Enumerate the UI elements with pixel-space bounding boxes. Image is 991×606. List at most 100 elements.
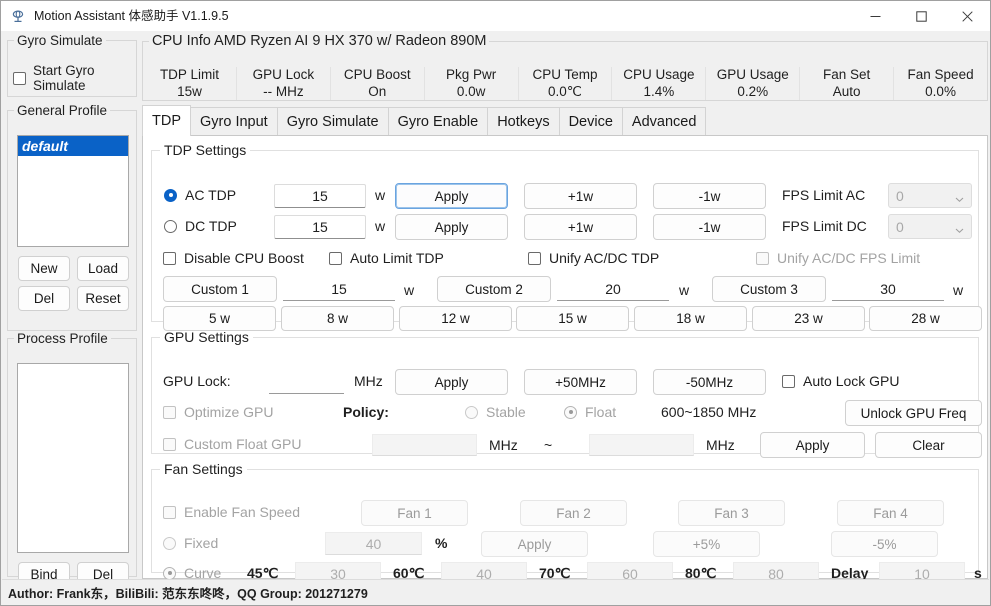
disable-cpu-boost-row[interactable]: Disable CPU Boost: [163, 250, 304, 266]
tab-gyro-input[interactable]: Gyro Input: [190, 107, 278, 136]
gpu-lock-decrease-button[interactable]: -50MHz: [653, 369, 766, 395]
fps-limit-ac-label: FPS Limit AC: [782, 187, 865, 203]
custom-float-gpu-checkbox[interactable]: [163, 438, 176, 451]
stat-label: Fan Set: [823, 67, 870, 82]
auto-lock-gpu-row[interactable]: Auto Lock GPU: [782, 373, 900, 389]
minimize-button[interactable]: [852, 1, 898, 31]
fan-fixed-input[interactable]: [325, 532, 422, 555]
dc-tdp-decrease-button[interactable]: -1w: [653, 214, 766, 240]
policy-float-radio[interactable]: [564, 406, 577, 419]
start-gyro-simulate-checkbox-row[interactable]: Start Gyro Simulate: [13, 63, 95, 93]
enable-fan-speed-row[interactable]: Enable Fan Speed: [163, 504, 300, 520]
preset-18w-button[interactable]: 18 w: [634, 306, 747, 331]
ac-tdp-radio-row[interactable]: AC TDP: [164, 187, 236, 203]
gpu-lock-input[interactable]: [269, 370, 344, 394]
preset-5w-button[interactable]: 5 w: [163, 306, 276, 331]
fan-fixed-radio[interactable]: [163, 537, 176, 550]
fps-limit-dc-value: 0: [896, 219, 904, 235]
fan-increase-button[interactable]: +5%: [653, 531, 760, 557]
custom-float-apply-button[interactable]: Apply: [760, 432, 865, 458]
custom-float-min-input[interactable]: [372, 434, 477, 456]
custom-3-button[interactable]: Custom 3: [712, 276, 826, 302]
fan-4-button[interactable]: Fan 4: [837, 500, 944, 526]
general-profile-list[interactable]: default: [17, 135, 129, 247]
custom-float-max-input[interactable]: [589, 434, 694, 456]
tab-bar: TDP Gyro Input Gyro Simulate Gyro Enable…: [142, 105, 705, 136]
disable-cpu-boost-label: Disable CPU Boost: [184, 250, 304, 266]
policy-stable-radio[interactable]: [465, 406, 478, 419]
dc-tdp-increase-button[interactable]: +1w: [524, 214, 637, 240]
process-profile-list[interactable]: [17, 363, 129, 553]
optimize-gpu-row[interactable]: Optimize GPU: [163, 404, 273, 420]
unlock-gpu-freq-button[interactable]: Unlock GPU Freq: [845, 400, 982, 426]
custom-3-input[interactable]: [832, 277, 944, 301]
preset-12w-button[interactable]: 12 w: [399, 306, 512, 331]
tab-advanced[interactable]: Advanced: [622, 107, 707, 136]
fan-fixed-row[interactable]: Fixed: [163, 535, 218, 551]
custom-1-input[interactable]: [283, 277, 395, 301]
cpu-info-legend: CPU Info AMD Ryzen AI 9 HX 370 w/ Radeon…: [149, 33, 489, 49]
policy-float-row[interactable]: Float: [564, 404, 616, 420]
fan-2-button[interactable]: Fan 2: [520, 500, 627, 526]
dc-tdp-apply-button[interactable]: Apply: [395, 214, 508, 240]
unify-ac-dc-tdp-row[interactable]: Unify AC/DC TDP: [528, 250, 659, 266]
fps-limit-ac-select[interactable]: 0: [888, 183, 972, 208]
auto-lock-gpu-checkbox[interactable]: [782, 375, 795, 388]
app-window: Motion Assistant 体感助手 V1.1.9.5 Gyro Simu…: [0, 0, 991, 606]
custom-2-input[interactable]: [557, 277, 669, 301]
fps-limit-dc-select[interactable]: 0: [888, 214, 972, 239]
dc-tdp-input[interactable]: [274, 215, 366, 239]
dc-tdp-radio-row[interactable]: DC TDP: [164, 218, 237, 234]
preset-23w-button[interactable]: 23 w: [752, 306, 865, 331]
auto-limit-tdp-row[interactable]: Auto Limit TDP: [329, 250, 444, 266]
list-item[interactable]: default: [18, 136, 128, 156]
ac-tdp-apply-button[interactable]: Apply: [395, 183, 508, 209]
custom-float-clear-button[interactable]: Clear: [875, 432, 982, 458]
custom-float-gpu-row[interactable]: Custom Float GPU: [163, 436, 301, 452]
delete-profile-button[interactable]: Del: [18, 286, 70, 311]
unify-ac-dc-tdp-checkbox[interactable]: [528, 252, 541, 265]
close-button[interactable]: [944, 1, 990, 31]
custom-2-button[interactable]: Custom 2: [437, 276, 551, 302]
tab-device[interactable]: Device: [559, 107, 623, 136]
ac-tdp-increase-button[interactable]: +1w: [524, 183, 637, 209]
gpu-lock-increase-button[interactable]: +50MHz: [524, 369, 637, 395]
left-panel: Gyro Simulate Start Gyro Simulate Genera…: [5, 31, 139, 579]
enable-fan-speed-checkbox[interactable]: [163, 506, 176, 519]
preset-28w-button[interactable]: 28 w: [869, 306, 982, 331]
load-profile-button[interactable]: Load: [77, 256, 129, 281]
gpu-lock-apply-button[interactable]: Apply: [395, 369, 508, 395]
auto-limit-tdp-checkbox[interactable]: [329, 252, 342, 265]
unify-ac-dc-fps-row[interactable]: Unify AC/DC FPS Limit: [756, 250, 920, 266]
reset-profile-button[interactable]: Reset: [77, 286, 129, 311]
tab-hotkeys[interactable]: Hotkeys: [487, 107, 559, 136]
tab-tdp[interactable]: TDP: [142, 105, 191, 136]
fan-decrease-button[interactable]: -5%: [831, 531, 938, 557]
new-profile-button[interactable]: New: [18, 256, 70, 281]
gyro-simulate-group-legend: Gyro Simulate: [14, 33, 106, 48]
ac-tdp-radio[interactable]: [164, 189, 177, 202]
tab-gyro-enable[interactable]: Gyro Enable: [388, 107, 489, 136]
unify-ac-dc-fps-checkbox[interactable]: [756, 252, 769, 265]
maximize-button[interactable]: [898, 1, 944, 31]
stat-gpu-usage: GPU Usage 0.2%: [705, 67, 799, 100]
dc-tdp-radio[interactable]: [164, 220, 177, 233]
disable-cpu-boost-checkbox[interactable]: [163, 252, 176, 265]
optimize-gpu-checkbox[interactable]: [163, 406, 176, 419]
custom-float-min-unit: MHz: [489, 437, 518, 453]
policy-stable-row[interactable]: Stable: [465, 404, 526, 420]
custom-1-button[interactable]: Custom 1: [163, 276, 277, 302]
tab-gyro-simulate[interactable]: Gyro Simulate: [277, 107, 389, 136]
fan-3-button[interactable]: Fan 3: [678, 500, 785, 526]
preset-8w-button[interactable]: 8 w: [281, 306, 394, 331]
fan-curve-radio[interactable]: [163, 567, 176, 580]
ac-tdp-decrease-button[interactable]: -1w: [653, 183, 766, 209]
fps-limit-dc-label: FPS Limit DC: [782, 218, 867, 234]
fan-apply-button[interactable]: Apply: [481, 531, 588, 557]
fan-fixed-label: Fixed: [184, 535, 218, 551]
ac-tdp-input[interactable]: [274, 184, 366, 208]
preset-15w-button[interactable]: 15 w: [516, 306, 629, 331]
fan-1-button[interactable]: Fan 1: [361, 500, 468, 526]
status-bar-text: Author: Frank东，BiliBili: 范东东咚咚，QQ Group:…: [8, 583, 368, 602]
start-gyro-simulate-checkbox[interactable]: [13, 72, 26, 85]
